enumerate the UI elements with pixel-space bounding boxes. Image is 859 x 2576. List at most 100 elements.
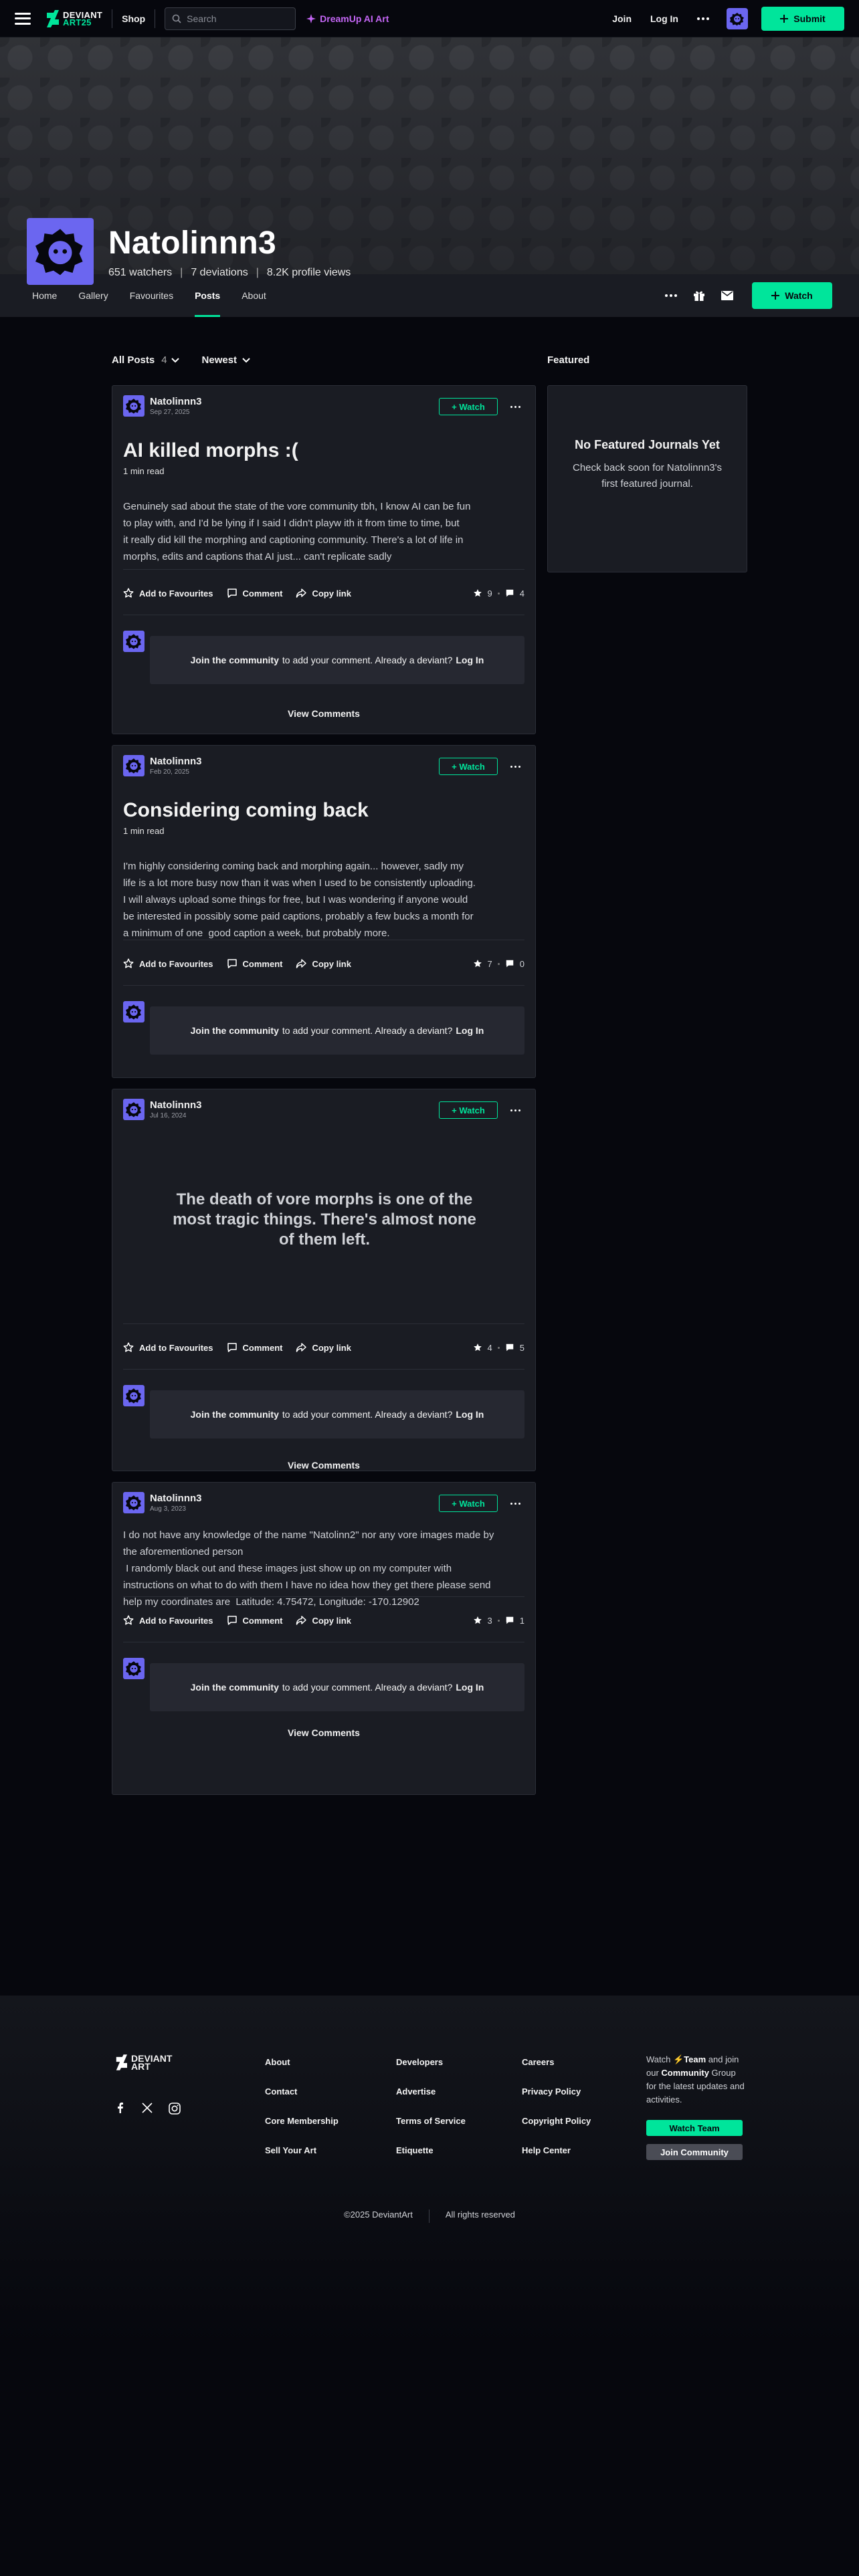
profile-avatar[interactable]: [27, 218, 94, 285]
watch-label: Watch: [785, 290, 813, 301]
divider: [123, 1596, 524, 1597]
copy-link-label: Copy link: [312, 588, 351, 599]
login-link[interactable]: Log In: [456, 1025, 484, 1036]
join-community-link[interactable]: Join the community: [191, 1682, 279, 1693]
view-comments-button[interactable]: View Comments: [112, 1727, 535, 1738]
footer-link-copyright[interactable]: Copyright Policy: [522, 2107, 591, 2136]
footer-link-core-membership[interactable]: Core Membership: [265, 2107, 339, 2136]
author-name[interactable]: Natolinnn3: [150, 756, 202, 767]
login-link[interactable]: Log In: [456, 655, 484, 665]
card-watch-button[interactable]: + Watch: [439, 398, 498, 415]
login-link[interactable]: Log In: [650, 13, 678, 24]
menu-icon[interactable]: [15, 12, 31, 25]
post-title[interactable]: Considering coming back: [123, 799, 369, 822]
comment-button[interactable]: Comment: [227, 588, 282, 599]
author-avatar[interactable]: [123, 1099, 145, 1120]
card-actions: Add to Favourites Comment Copy link 9 4: [123, 584, 524, 603]
join-link[interactable]: Join: [612, 13, 632, 24]
author-name[interactable]: Natolinnn3: [150, 1099, 202, 1111]
join-community-link[interactable]: Join the community: [191, 1025, 279, 1036]
more-icon[interactable]: [665, 294, 677, 297]
join-community-link[interactable]: Join the community: [191, 655, 279, 665]
copy-link-button[interactable]: Copy link: [296, 1342, 351, 1353]
post-title[interactable]: AI killed morphs :(: [123, 439, 298, 462]
footer-link-about[interactable]: About: [265, 2048, 339, 2077]
sort-dropdown[interactable]: Newest: [202, 354, 251, 366]
featured-heading: Featured: [547, 354, 590, 366]
dreamup-label: DreamUp AI Art: [320, 13, 389, 24]
journal-card: Natolinnn3 Feb 20, 2025 + Watch Considering…: [112, 745, 536, 1078]
x-twitter-icon[interactable]: [142, 2103, 153, 2113]
login-link[interactable]: Log In: [456, 1682, 484, 1693]
copy-link-button[interactable]: Copy link: [296, 1615, 351, 1626]
author-avatar[interactable]: [123, 395, 145, 417]
more-icon[interactable]: [510, 1503, 520, 1505]
more-icon[interactable]: [510, 766, 520, 768]
avatar-face-icon: [126, 1004, 141, 1020]
footer-link-developers[interactable]: Developers: [396, 2048, 466, 2077]
view-comments-button[interactable]: View Comments: [112, 708, 535, 719]
author-avatar[interactable]: [123, 1492, 145, 1513]
footer-link-careers[interactable]: Careers: [522, 2048, 591, 2077]
deviantart-logo[interactable]: DEVIANT ART25: [45, 9, 102, 27]
comment-button[interactable]: Comment: [227, 958, 283, 969]
avatar[interactable]: [727, 7, 748, 29]
card-author: Natolinnn3 Jul 16, 2024: [123, 1099, 202, 1120]
more-icon[interactable]: [510, 406, 520, 408]
footer-link-etiquette[interactable]: Etiquette: [396, 2136, 466, 2165]
comment-label: Comment: [242, 1342, 283, 1353]
comments-count-icon: [506, 1344, 514, 1352]
comment-label: Comment: [242, 958, 283, 969]
watch-button[interactable]: Watch: [752, 282, 832, 309]
footer-link-help[interactable]: Help Center: [522, 2136, 591, 2165]
card-author: Natolinnn3 Sep 27, 2025: [123, 395, 202, 417]
shop-link[interactable]: Shop: [122, 13, 145, 24]
card-watch-button[interactable]: + Watch: [439, 1495, 498, 1512]
add-to-favourites-button[interactable]: Add to Favourites: [123, 588, 213, 599]
mail-icon[interactable]: [721, 291, 733, 300]
footer-link-sell-your-art[interactable]: Sell Your Art: [265, 2136, 339, 2165]
submit-button[interactable]: Submit: [761, 6, 844, 31]
footer-link-contact[interactable]: Contact: [265, 2077, 339, 2107]
footer-logo[interactable]: DEVIANT ART: [115, 2054, 172, 2071]
copy-link-label: Copy link: [312, 1615, 351, 1626]
instagram-icon[interactable]: [169, 2103, 181, 2115]
copy-link-button[interactable]: Copy link: [296, 958, 351, 969]
watch-team-button[interactable]: Watch Team: [646, 2120, 743, 2136]
avatar-face-icon: [35, 229, 83, 276]
copy-link-button[interactable]: Copy link: [296, 588, 351, 599]
profile-name: Natolinnn3: [108, 225, 276, 261]
team-mark-icon: ⚡: [672, 2054, 684, 2064]
gift-icon[interactable]: [693, 290, 705, 302]
comment-icon: [227, 959, 237, 968]
more-icon[interactable]: [697, 17, 709, 20]
commenter-avatar: [123, 1658, 145, 1679]
comment-button[interactable]: Comment: [227, 1342, 283, 1353]
more-icon[interactable]: [510, 1109, 520, 1111]
all-posts-dropdown[interactable]: All Posts 4: [112, 354, 179, 366]
card-watch-button[interactable]: + Watch: [439, 1101, 498, 1119]
facebook-icon[interactable]: [115, 2103, 126, 2113]
author-avatar[interactable]: [123, 755, 145, 776]
login-link[interactable]: Log In: [456, 1409, 484, 1420]
join-community-link[interactable]: Join the community: [191, 1409, 279, 1420]
footer-link-terms[interactable]: Terms of Service: [396, 2107, 466, 2136]
card-actions: Add to Favourites Comment Copy link 7 0: [123, 954, 524, 973]
view-comments-button[interactable]: View Comments: [112, 1460, 535, 1471]
footer-link-privacy[interactable]: Privacy Policy: [522, 2077, 591, 2107]
deviations-count[interactable]: 7 deviations: [191, 267, 248, 279]
add-to-favourites-button[interactable]: Add to Favourites: [123, 1342, 213, 1353]
footer-link-advertise[interactable]: Advertise: [396, 2077, 466, 2107]
search-input[interactable]: Search: [165, 7, 296, 30]
comment-button[interactable]: Comment: [227, 1615, 282, 1626]
add-to-favourites-button[interactable]: Add to Favourites: [123, 1615, 213, 1626]
card-actions: Add to Favourites Comment Copy link 4 5: [123, 1338, 524, 1357]
post-body: Genuinely sad about the state of the vor…: [123, 501, 471, 562]
join-community-button[interactable]: Join Community: [646, 2144, 743, 2160]
author-name[interactable]: Natolinnn3: [150, 396, 202, 407]
add-to-favourites-button[interactable]: Add to Favourites: [123, 958, 213, 969]
card-watch-button[interactable]: + Watch: [439, 758, 498, 775]
dreamup-link[interactable]: DreamUp AI Art: [306, 13, 389, 24]
watchers-count[interactable]: 651 watchers: [108, 267, 172, 279]
author-name[interactable]: Natolinnn3: [150, 1493, 202, 1504]
